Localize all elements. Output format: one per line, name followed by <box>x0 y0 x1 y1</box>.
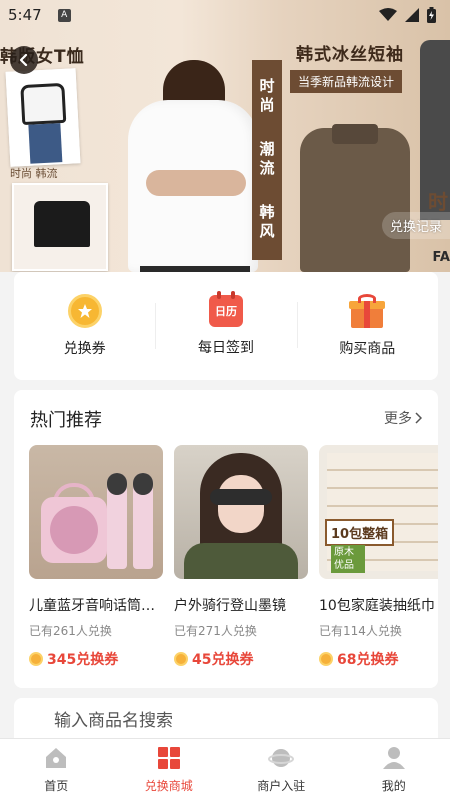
product-card[interactable]: 户外骑行登山墨镜 已有271人兑换 45兑换券 <box>174 445 308 669</box>
nav-label: 我的 <box>381 779 406 793</box>
quick-action-coupon[interactable]: 兑换券 <box>14 294 155 358</box>
merchant-icon <box>268 749 295 767</box>
accessibility-badge-icon: A <box>57 8 71 22</box>
model-image <box>118 30 268 272</box>
vertical-word: 韩风 <box>257 203 276 242</box>
hot-recommend-card: 热门推荐 更多 儿童蓝牙音响话筒套装 已有261人兑换 345兑换券 户外骑行登… <box>14 390 438 688</box>
polo-model-image <box>292 100 412 272</box>
mall-icon <box>157 747 180 769</box>
price-text: 68兑换券 <box>337 652 399 668</box>
back-button[interactable] <box>10 46 38 74</box>
status-time: 5:47 <box>8 6 42 24</box>
wifi-icon <box>379 8 397 21</box>
signal-icon <box>405 8 419 22</box>
coin-icon <box>319 652 333 666</box>
product-name: 儿童蓝牙音响话筒套装 <box>29 598 163 614</box>
vertical-word: 时尚 <box>257 78 276 117</box>
nav-merchant[interactable]: 商户入驻 <box>225 739 338 800</box>
product-name: 户外骑行登山墨镜 <box>174 598 286 614</box>
status-bar: 5:47 A <box>0 0 450 30</box>
banner-edge-text-2: FA <box>432 250 450 265</box>
quick-actions-card: 兑换券 日历 每日签到 购买商品 <box>14 272 438 380</box>
vertical-word: 潮流 <box>257 140 276 179</box>
product-redeem-count: 已有114人兑换 <box>319 624 402 638</box>
price-text: 45兑换券 <box>192 652 254 668</box>
coin-icon <box>174 652 188 666</box>
product-price: 45兑换券 <box>174 649 308 669</box>
profile-icon <box>382 747 405 769</box>
coin-icon <box>29 652 43 666</box>
product-price: 68兑换券 <box>319 649 438 669</box>
search-input[interactable] <box>54 708 394 734</box>
promo-banner[interactable]: 韩版女T恤 时尚 韩流 时尚 潮流 韩风 韩式冰丝短袖 当季新品韩流设计 时 F… <box>0 0 450 272</box>
quick-action-checkin[interactable]: 日历 每日签到 <box>155 291 296 357</box>
calendar-icon: 日历 <box>208 291 243 327</box>
tissue-box-sublabel: 原木优品 <box>331 545 365 573</box>
tissue-box-label: 10包整箱 <box>325 519 395 546</box>
nav-label: 首页 <box>44 779 69 793</box>
price-text: 345兑换券 <box>47 652 119 668</box>
product-redeem-count: 已有271人兑换 <box>174 624 257 638</box>
hot-section-title: 热门推荐 <box>30 410 102 431</box>
home-icon <box>46 748 67 768</box>
banner-edge-text: 时 <box>428 190 448 214</box>
product-redeem-count: 已有261人兑换 <box>29 624 112 638</box>
product-price: 345兑换券 <box>29 649 163 669</box>
product-name: 10包家庭装抽纸巾 <box>319 598 435 614</box>
status-icons <box>379 7 436 23</box>
banner-vertical-strip: 时尚 潮流 韩风 <box>252 60 282 260</box>
more-link[interactable]: 更多 <box>384 408 422 428</box>
quick-action-label: 购买商品 <box>339 341 396 357</box>
gift-icon <box>349 294 386 328</box>
tissue-pack-image: 10包整箱 原木优品 <box>319 445 438 579</box>
tshirt-photo <box>5 68 81 167</box>
more-label: 更多 <box>384 411 412 427</box>
banner-right-title: 韩式冰丝短袖 <box>296 45 404 65</box>
chevron-left-icon <box>19 54 28 66</box>
nav-label: 兑换商城 <box>144 779 193 793</box>
quick-action-label: 每日签到 <box>197 340 254 356</box>
nav-profile[interactable]: 我的 <box>338 739 450 800</box>
redeem-record-button[interactable]: 兑换记录 <box>381 212 450 239</box>
product-list: 儿童蓝牙音响话筒套装 已有261人兑换 345兑换券 户外骑行登山墨镜 已有27… <box>29 445 438 669</box>
bottom-nav: 首页 兑换商城 商户入驻 我的 <box>0 738 450 800</box>
nav-home[interactable]: 首页 <box>0 739 113 800</box>
coin-icon <box>67 294 102 328</box>
battery-icon <box>427 7 436 23</box>
speaker-mic-image <box>29 445 163 579</box>
black-top-photo <box>12 183 108 271</box>
product-card[interactable]: 儿童蓝牙音响话筒套装 已有261人兑换 345兑换券 <box>29 445 163 669</box>
quick-action-label: 兑换券 <box>63 341 106 357</box>
quick-action-buy[interactable]: 购买商品 <box>296 294 438 358</box>
nav-label: 商户入驻 <box>257 779 306 793</box>
product-card[interactable]: 10包整箱 原木优品 10包家庭装抽纸巾 已有114人兑换 68兑换券 <box>319 445 438 669</box>
photo-caption: 时尚 韩流 <box>10 167 58 180</box>
chevron-right-icon <box>415 412 422 424</box>
sunglasses-image <box>174 445 308 579</box>
nav-mall[interactable]: 兑换商城 <box>113 739 226 800</box>
banner-right-subtitle: 当季新品韩流设计 <box>290 70 403 93</box>
